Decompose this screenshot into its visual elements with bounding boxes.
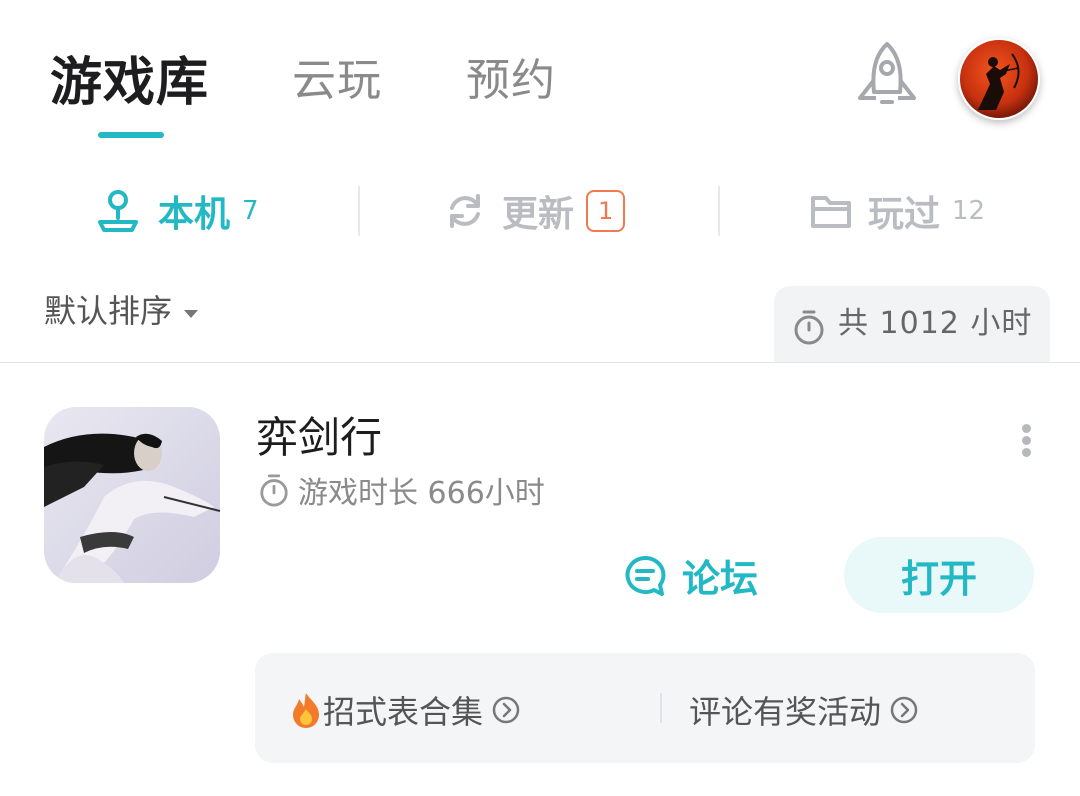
filter-update[interactable]: 更新 1 <box>444 182 626 240</box>
total-playtime-label: 共 1012 小时 <box>838 306 1033 341</box>
divider <box>660 693 662 723</box>
total-playtime: 共 1012 小时 <box>774 286 1050 362</box>
more-options-button[interactable] <box>1016 424 1036 458</box>
refresh-icon <box>450 194 480 228</box>
archer-avatar-icon <box>960 40 1038 118</box>
chevron-right-circle-icon <box>492 696 520 724</box>
sort-label: 默认排序 <box>44 292 173 330</box>
filter-played-label: 玩过 <box>868 194 941 235</box>
active-tab-indicator <box>98 132 164 138</box>
review-reward-label: 评论有奖活动 <box>689 693 882 731</box>
game-icon[interactable] <box>44 407 220 583</box>
stopwatch-icon <box>794 310 824 345</box>
sort-dropdown[interactable]: 默认排序 <box>44 286 199 332</box>
chat-bubble-icon <box>625 555 666 596</box>
moves-collection-label: 招式表合集 <box>323 693 484 731</box>
filter-local-label: 本机 <box>158 194 231 235</box>
caret-down-icon <box>184 310 199 318</box>
game-title: 弈剑行 <box>256 413 383 462</box>
forum-button[interactable]: 论坛 <box>622 548 758 603</box>
review-reward-link[interactable]: 评论有奖活动 <box>689 687 919 733</box>
game-cover-art <box>44 407 220 583</box>
download-station-icon <box>98 190 138 232</box>
more-dot-icon <box>1021 436 1031 445</box>
filter-played-count: 12 <box>952 196 986 226</box>
game-extras-panel: 招式表合集 评论有奖活动 <box>255 653 1035 763</box>
fire-icon <box>293 693 319 728</box>
divider <box>358 186 360 236</box>
user-avatar[interactable] <box>958 38 1040 120</box>
filter-local[interactable]: 本机 7 <box>94 182 259 240</box>
more-dot-icon <box>1021 448 1031 457</box>
open-game-button[interactable]: 打开 <box>844 537 1034 613</box>
more-dot-icon <box>1021 424 1031 433</box>
filter-update-label: 更新 <box>502 194 575 235</box>
tab-cloud-play[interactable]: 云玩 <box>292 44 382 108</box>
divider <box>718 186 720 236</box>
forum-label: 论坛 <box>682 557 759 601</box>
game-playtime: 游戏时长 666小时 <box>258 468 545 512</box>
moves-collection-link[interactable]: 招式表合集 <box>289 687 521 733</box>
stopwatch-icon <box>260 474 288 507</box>
tab-reservation[interactable]: 预约 <box>466 44 556 108</box>
tab-game-library[interactable]: 游戏库 <box>50 40 209 115</box>
section-divider <box>0 362 1080 363</box>
filter-played[interactable]: 玩过 12 <box>810 182 985 240</box>
game-playtime-text: 游戏时长 666小时 <box>298 476 545 511</box>
rocket-icon[interactable] <box>852 40 922 112</box>
chevron-right-circle-icon <box>890 696 918 724</box>
filter-local-count: 7 <box>242 196 259 226</box>
folder-icon <box>811 196 851 228</box>
update-count-badge: 1 <box>586 190 626 232</box>
